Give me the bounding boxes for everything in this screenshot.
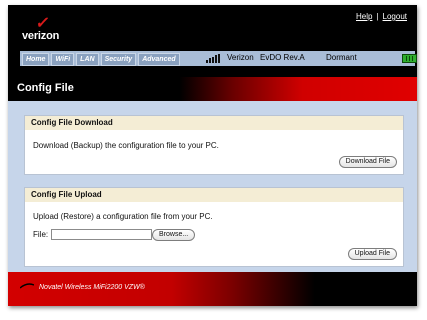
tab-wifi[interactable]: WiFi (51, 53, 75, 66)
tab-advanced[interactable]: Advanced (138, 53, 180, 66)
upload-panel-header: Config File Upload (25, 188, 403, 202)
file-label: File: (33, 230, 49, 239)
connection-status: Dormant (326, 53, 357, 62)
router-admin-window: ✓ verizon Help | Logout Home WiFi LAN Secu… (8, 5, 417, 306)
page-title: Config File (17, 82, 74, 94)
verizon-logo-text: verizon (22, 30, 60, 42)
link-separator: | (376, 12, 379, 21)
tab-home[interactable]: Home (22, 53, 50, 66)
upload-description: Upload (Restore) a configuration file fr… (33, 212, 213, 221)
page-title-band: Config File (8, 77, 417, 101)
browse-button[interactable]: Browse... (152, 229, 196, 241)
top-links: Help | Logout (356, 12, 407, 21)
network-technology: EvDO Rev.A (260, 53, 305, 62)
battery-icon (402, 54, 417, 63)
logout-link[interactable]: Logout (383, 12, 407, 21)
download-panel: Config File Download Download (Backup) t… (24, 115, 404, 175)
upload-file-button[interactable]: Upload File (347, 248, 397, 260)
novatel-swoosh-icon (20, 283, 34, 289)
main-content: Config File Download Download (Backup) t… (8, 101, 417, 272)
verizon-logo: ✓ verizon (22, 15, 62, 47)
upload-panel: Config File Upload Upload (Restore) a co… (24, 187, 404, 267)
signal-bars-icon (206, 54, 222, 63)
file-path-input[interactable] (51, 229, 152, 240)
download-file-button[interactable]: Download File (338, 156, 397, 168)
footer-brand: Novatel Wireless MiFi2200 VZW® (39, 284, 145, 291)
carrier-name: Verizon (227, 53, 254, 62)
tab-lan[interactable]: LAN (76, 53, 99, 66)
download-panel-header: Config File Download (25, 116, 403, 130)
verizon-check-icon: ✓ (34, 15, 51, 32)
footer-band: Novatel Wireless MiFi2200 VZW® (8, 272, 417, 306)
tab-security[interactable]: Security (100, 53, 137, 66)
nav-bar: Home WiFi LAN Security Advanced Verizon … (20, 51, 417, 66)
help-link[interactable]: Help (356, 12, 372, 21)
download-description: Download (Backup) the configuration file… (33, 141, 219, 150)
nav-tabs: Home WiFi LAN Security Advanced (22, 53, 180, 66)
